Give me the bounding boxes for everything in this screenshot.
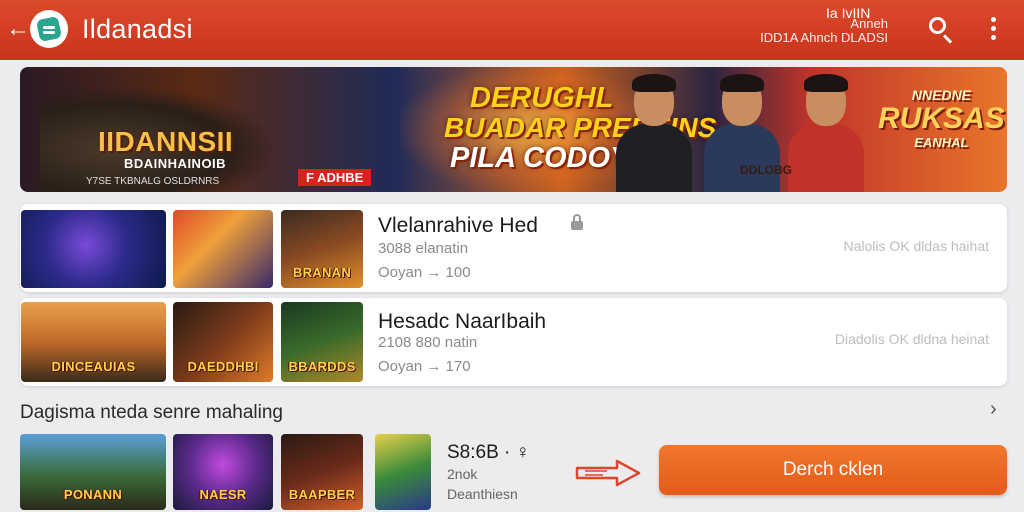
arrow-right-icon <box>575 459 641 487</box>
back-arrow-icon[interactable]: ← <box>6 16 30 42</box>
game-thumbnail[interactable] <box>375 434 431 510</box>
section-title: Dagisma nteda senre mahaling <box>20 402 283 423</box>
game-title: Hesadc NaarIbaih <box>378 310 547 333</box>
thumbnail-label: BAAPBER <box>288 487 356 502</box>
banner-logo-main: RUKSAS <box>878 102 1005 135</box>
game-price: Ooyan → 100 <box>378 264 471 281</box>
game-thumbnail[interactable] <box>173 210 273 288</box>
thumbnail-label: BBARDDS <box>288 359 356 374</box>
bottom-info-line: 2nok <box>447 466 478 482</box>
game-card[interactable]: BRANAN Vlelanrahive Hed 3088 elanatin Oo… <box>20 204 1007 292</box>
game-title: Vlelanrahive Hed <box>378 214 538 237</box>
app-logo-icon <box>30 10 68 48</box>
game-stat: 3088 elanatin <box>378 240 469 257</box>
banner-right-logo: NNEDNE RUKSAS EANHAL <box>878 87 1005 150</box>
banner-corner-text: DDLOBG <box>740 163 792 177</box>
game-thumbnail[interactable]: BBARDDS <box>281 302 363 382</box>
primary-action-button[interactable]: Derch cklen <box>659 445 1007 495</box>
more-vert-icon[interactable] <box>979 14 1009 44</box>
game-thumbnail[interactable]: PONANN <box>20 434 166 510</box>
banner-left-title: IIDANNSII <box>98 126 234 157</box>
app-title: Ildanadsi <box>82 14 193 44</box>
game-thumbnail[interactable]: BAAPBER <box>281 434 363 510</box>
game-thumbnail[interactable] <box>21 210 166 288</box>
bottom-info-line: Deanthiesn <box>447 486 518 502</box>
game-thumbnail[interactable]: DINCEAUIAS <box>21 302 166 382</box>
thumbnail-label: PONANN <box>63 487 123 502</box>
thumbnail-label: BRANAN <box>292 265 352 280</box>
thumbnail-label: DAEDDHBI <box>187 359 259 374</box>
banner-badge: F ADHBE <box>298 169 372 186</box>
game-stat: 2108 880 natin <box>378 334 478 351</box>
promo-banner[interactable]: IIDANNSII BDAINHAINOIB Y7SE TKBNALG OSLD… <box>20 67 1007 192</box>
header-meta-small: Anneh IDD1A Ahnch DLADSI <box>760 16 888 45</box>
bottom-price: S8:6B · ♀ <box>447 442 530 463</box>
thumbnail-label: DINCEAUIAS <box>51 359 136 374</box>
chevron-right-icon[interactable]: › <box>990 398 997 421</box>
bottom-row: PONANN NAESR BAAPBER S8:6B · ♀ 2nok Dean… <box>20 432 1007 512</box>
game-price: Ooyan → 170 <box>378 358 471 375</box>
banner-logo-bottom: EANHAL <box>914 135 969 150</box>
thumbnail-label: NAESR <box>199 487 247 502</box>
game-thumbnail[interactable]: DAEDDHBI <box>173 302 273 382</box>
game-thumbnail[interactable]: NAESR <box>173 434 273 510</box>
game-note: Nalolis OK dldas haihat <box>843 238 989 254</box>
game-card[interactable]: DINCEAUIAS DAEDDHBI BBARDDS Hesadc NaarI… <box>20 298 1007 386</box>
banner-left-fine: Y7SE TKBNALG OSLDRNRS <box>86 176 220 187</box>
banner-left-subtitle: BDAINHAINOIB <box>124 156 227 171</box>
game-note: Diadolis OK dldna heinat <box>834 331 989 347</box>
app-header: ← Ildanadsi Ia IvIIN Anneh IDD1A Ahnch D… <box>0 0 1024 60</box>
banner-logo-top: NNEDNE <box>911 87 971 103</box>
lock-icon <box>571 214 583 230</box>
game-thumbnail[interactable]: BRANAN <box>281 210 363 288</box>
search-icon[interactable] <box>926 14 956 44</box>
